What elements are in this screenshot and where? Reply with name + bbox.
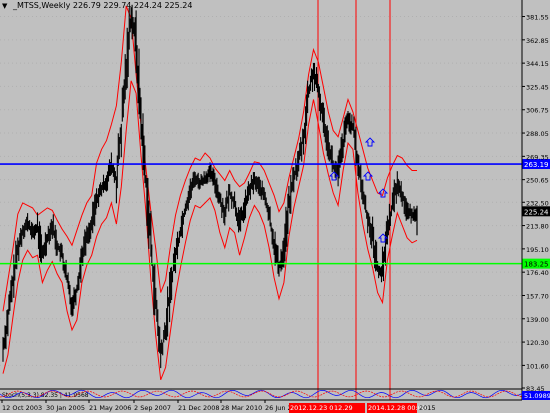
- resistance-label: 263.19: [524, 161, 549, 169]
- chart-background: [0, 0, 550, 413]
- price-tick-label: 120.30: [526, 339, 549, 347]
- time-tick-label: 28 Mar 2010: [221, 404, 262, 412]
- price-tick-label: 195.10: [526, 246, 549, 254]
- price-tick-label: 362.85: [526, 37, 549, 45]
- stoch-value-label: 51.0989: [524, 392, 550, 400]
- time-tick-label: 2015: [419, 404, 436, 412]
- time-marker-label: 2014.12.28 00:00: [368, 404, 426, 412]
- time-marker-label: 12.29: [334, 404, 353, 412]
- symbol-label: _MTSS,Weekly: [12, 1, 71, 10]
- chevron-down-icon[interactable]: ▼: [2, 2, 7, 10]
- price-tick-label: 139.00: [526, 316, 549, 324]
- price-tick-label: 325.45: [526, 83, 549, 91]
- price-chart[interactable]: 263.19 183.25 381.55 362.85 344.15 325.45 306…: [0, 0, 550, 413]
- price-tick-label: 288.05: [526, 130, 549, 138]
- time-tick-label: 12 Oct 2003: [2, 404, 42, 412]
- price-tick-label: 101.60: [526, 362, 549, 370]
- price-tick-label: 213.80: [526, 223, 549, 231]
- price-axis: 381.55 362.85 344.15 325.45 306.75 288.05 269.…: [521, 0, 550, 400]
- time-tick-label: 21 Dec 2008: [178, 404, 220, 412]
- price-tick-label: 381.55: [526, 14, 549, 22]
- price-tick-label: 269.35: [526, 153, 549, 161]
- price-tick-label: 176.40: [526, 269, 549, 277]
- chart-title: ▼ _MTSS,Weekly 226.79 229.74 224.24 225.…: [2, 1, 192, 10]
- time-tick-label: 21 May 2006: [89, 404, 131, 412]
- price-tick-label: 157.70: [526, 292, 549, 300]
- time-tick-label: 30 Jan 2005: [46, 404, 85, 412]
- time-tick-label: 2 Sep 2007: [134, 404, 171, 412]
- current-price-label: 225.24: [524, 208, 549, 216]
- price-tick-label: 232.50: [526, 199, 549, 207]
- price-tick-label: 344.15: [526, 60, 549, 68]
- ohlc-label: 226.79 229.74 224.24 225.24: [72, 1, 193, 10]
- support-label: 183.25: [524, 261, 549, 269]
- price-tick-label: 306.75: [526, 107, 549, 115]
- price-tick-label: 250.65: [526, 177, 549, 185]
